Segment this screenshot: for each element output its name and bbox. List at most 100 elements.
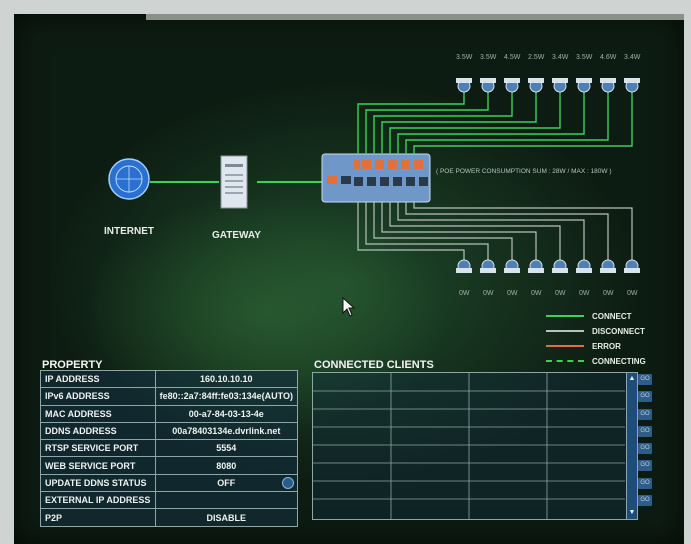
camera-power-label: 4.5W: [504, 54, 521, 61]
property-row: P2P DISABLE: [40, 508, 299, 527]
screen: INTERNET GATEWAY ( POE POWER CONSUMPTION…: [14, 14, 684, 544]
client-go-button[interactable]: GO: [638, 443, 652, 455]
top-connection-lines: [357, 92, 633, 154]
property-row: IP ADDRESS 160.10.10.10: [40, 369, 299, 389]
property-value: 160.10.10.10: [154, 369, 299, 389]
poe-switch-icon[interactable]: [321, 153, 431, 203]
property-key: UPDATE DDNS STATUS: [40, 473, 156, 493]
camera-power-label: 3.5W: [576, 54, 593, 61]
property-row: RTSP SERVICE PORT 5554: [40, 439, 299, 458]
legend-error: ERROR: [546, 340, 621, 352]
camera-power-label: 3.5W: [480, 54, 497, 61]
legend-disconnect: DISCONNECT: [546, 325, 645, 337]
camera-power-label: 0W: [555, 290, 566, 297]
legend-connect: CONNECT: [546, 310, 632, 322]
clients-scrollbar[interactable]: ▲ ▼: [626, 372, 638, 520]
ip-camera-icon[interactable]: [504, 78, 520, 93]
property-value: 5554: [154, 439, 299, 458]
legend-connecting: CONNECTING: [546, 355, 646, 367]
ip-camera-icon[interactable]: [504, 259, 520, 273]
property-value-text: 00a78403134e.dvrlink.net: [172, 426, 281, 437]
property-table: IP ADDRESS 160.10.10.10IPv6 ADDRESS fe80::…: [40, 369, 299, 527]
ip-camera-icon[interactable]: [576, 259, 592, 273]
client-go-button[interactable]: GO: [638, 460, 652, 472]
camera-power-label: 3.4W: [624, 54, 641, 61]
property-value: fe80::2a7:84ff:fe03:134e(AUTO): [154, 387, 299, 406]
property-key: IPv6 ADDRESS: [40, 387, 156, 406]
property-value-text: DISABLE: [206, 512, 247, 523]
property-row: EXTERNAL IP ADDRESS: [40, 491, 299, 510]
property-row: UPDATE DDNS STATUS OFF: [40, 473, 299, 493]
ip-camera-icon[interactable]: [456, 259, 472, 273]
property-key: EXTERNAL IP ADDRESS: [40, 491, 156, 510]
ip-camera-icon[interactable]: [624, 259, 640, 273]
property-value-text: 00-a7-84-03-13-4e: [188, 408, 264, 419]
property-row: DDNS ADDRESS 00a78403134e.dvrlink.net: [40, 421, 299, 441]
property-value-text: 5554: [216, 443, 237, 454]
client-go-button[interactable]: GO: [638, 408, 652, 420]
ip-camera-icon[interactable]: [576, 78, 592, 93]
top-cameras: [456, 78, 640, 93]
camera-power-label: 4.6W: [600, 54, 617, 61]
bottom-cameras: [456, 259, 640, 273]
camera-power-label: 0W: [459, 290, 470, 297]
camera-power-label: 2.5W: [528, 54, 545, 61]
client-go-button[interactable]: GO: [638, 495, 652, 507]
internet-globe-icon[interactable]: [108, 158, 150, 200]
scroll-down-icon[interactable]: ▼: [628, 509, 636, 517]
camera-power-label: 3.5W: [456, 54, 473, 61]
camera-power-label: 0W: [507, 290, 518, 297]
ip-camera-icon[interactable]: [552, 259, 568, 273]
client-go-buttons: GO GO GO GO GO GO GO GO: [638, 374, 652, 512]
client-go-button[interactable]: GO: [638, 477, 652, 489]
camera-power-label: 0W: [627, 290, 638, 297]
property-key: IP ADDRESS: [40, 369, 156, 389]
property-key: DDNS ADDRESS: [40, 421, 156, 441]
property-value: 00a78403134e.dvrlink.net: [154, 421, 299, 441]
client-go-button[interactable]: GO: [638, 391, 652, 403]
property-value: 8080: [154, 456, 299, 475]
ip-camera-icon[interactable]: [552, 78, 568, 93]
camera-power-label: 0W: [531, 290, 542, 297]
ip-camera-icon[interactable]: [480, 78, 496, 93]
property-value: DISABLE: [154, 508, 299, 527]
ddns-refresh-icon[interactable]: [282, 476, 294, 489]
poe-consumption-caption: ( POE POWER CONSUMPTION SUM : 28W / MAX …: [436, 168, 612, 175]
property-value: OFF: [154, 473, 299, 493]
property-key: RTSP SERVICE PORT: [40, 439, 156, 458]
bottom-disconnect-lines: [357, 202, 633, 260]
clients-grid: [313, 373, 625, 519]
mouse-cursor-icon: [342, 297, 356, 317]
scroll-up-icon[interactable]: ▲: [628, 375, 636, 383]
ip-camera-icon[interactable]: [456, 78, 472, 93]
property-value: 00-a7-84-03-13-4e: [154, 404, 299, 423]
property-row: MAC ADDRESS 00-a7-84-03-13-4e: [40, 404, 299, 423]
ip-camera-icon[interactable]: [600, 78, 616, 93]
property-value: [154, 491, 299, 510]
property-value-text: 8080: [216, 460, 237, 471]
connected-clients-title: CONNECTED CLIENTS: [314, 359, 434, 371]
gateway-server-icon[interactable]: [220, 155, 248, 209]
ip-camera-icon[interactable]: [480, 259, 496, 273]
property-row: IPv6 ADDRESS fe80::2a7:84ff:fe03:134e(AUT…: [40, 387, 299, 406]
property-value-text: 160.10.10.10: [200, 374, 253, 385]
ip-camera-icon[interactable]: [528, 259, 544, 273]
camera-power-label: 0W: [603, 290, 614, 297]
ip-camera-icon[interactable]: [600, 259, 616, 273]
property-key: P2P: [40, 508, 156, 527]
property-row: WEB SERVICE PORT 8080: [40, 456, 299, 475]
ip-camera-icon[interactable]: [528, 78, 544, 93]
connected-clients-table: [312, 372, 628, 520]
client-go-button[interactable]: GO: [638, 374, 652, 385]
property-value-text: fe80::2a7:84ff:fe03:134e(AUTO): [159, 391, 293, 402]
camera-power-label: 0W: [579, 290, 590, 297]
ip-camera-icon[interactable]: [624, 78, 640, 93]
internet-label: INTERNET: [104, 226, 154, 237]
camera-power-label: 0W: [483, 290, 494, 297]
client-go-button[interactable]: GO: [638, 425, 652, 437]
camera-power-label: 3.4W: [552, 54, 569, 61]
property-key: MAC ADDRESS: [40, 404, 156, 423]
property-value-text: OFF: [217, 477, 236, 488]
property-key: WEB SERVICE PORT: [40, 456, 156, 475]
gateway-label: GATEWAY: [212, 230, 261, 241]
